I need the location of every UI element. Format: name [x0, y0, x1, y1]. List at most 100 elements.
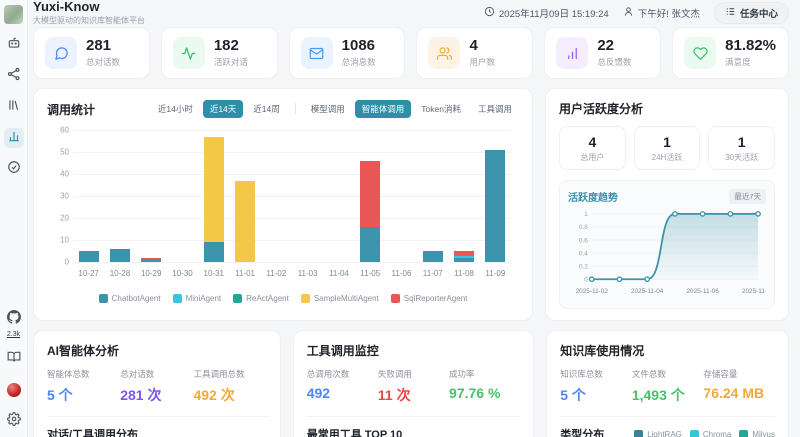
trend-point[interactable]: [699, 211, 706, 217]
stat-card[interactable]: 4 用户数: [416, 27, 534, 80]
settings-button[interactable]: [4, 411, 24, 431]
trend-area: [591, 214, 759, 280]
mini-stat-成功率: 成功率 97.76 %: [449, 368, 520, 405]
community-logo-icon: [6, 383, 21, 397]
legend-label: Chroma: [702, 429, 732, 437]
mini-stat-存储容量: 存储容量 76.24 MB: [703, 368, 775, 405]
user-activity-stats: 4 总用户 1 24H活跃 1 30天活跃: [559, 126, 776, 171]
mini-stat-文件总数: 文件总数 1,493 个: [632, 368, 704, 405]
y-axis-label: 0: [64, 257, 69, 267]
bar-segment-ChatbotAgent: [78, 251, 99, 263]
community-link[interactable]: [4, 380, 24, 400]
legend-item-ReActAgent[interactable]: ReActAgent: [233, 294, 289, 304]
bar-stack[interactable]: [141, 257, 162, 263]
sub-section-title: 类型分布: [560, 429, 605, 437]
bar-stack[interactable]: [360, 160, 381, 263]
sidebar-item-graph[interactable]: [4, 66, 24, 86]
legend-item-MiniAgent[interactable]: MiniAgent: [172, 294, 221, 304]
bar-stack[interactable]: [203, 136, 224, 263]
bar-stack[interactable]: [78, 251, 99, 263]
mini-stat-value: 492: [306, 385, 331, 402]
divider: [306, 416, 521, 418]
svg-text:0.4: 0.4: [579, 251, 588, 258]
trend-point[interactable]: [588, 276, 595, 283]
bar-stack[interactable]: [235, 180, 256, 263]
trend-point[interactable]: [755, 211, 761, 217]
legend-item-SqlReporterAgent[interactable]: SqlReporterAgent: [390, 294, 467, 304]
svg-text:2025-11-02: 2025-11-02: [576, 288, 609, 295]
stat-label: 总对话数: [86, 57, 121, 68]
app-subtitle: 大模型驱动的知识库智能体平台: [33, 15, 145, 25]
legend-item-Milvus[interactable]: Milvus: [739, 429, 775, 437]
stat-card[interactable]: 81.82% 满意度: [672, 27, 789, 80]
trend-point[interactable]: [644, 276, 651, 283]
bar-stack[interactable]: [422, 251, 443, 263]
docs-link[interactable]: [4, 349, 24, 369]
main-content: Yuxi-Know 大模型驱动的知识库智能体平台 2025年11月09日 15:…: [28, 0, 800, 437]
datetime-text: 2025年11月09日 15:19:24: [499, 8, 609, 20]
datetime-display: 2025年11月09日 15:19:24: [484, 6, 609, 20]
github-link[interactable]: [4, 309, 24, 329]
book-icon: [7, 350, 21, 369]
y-axis-label: 40: [60, 169, 69, 179]
stat-card[interactable]: 281 总对话数: [33, 27, 150, 80]
sidebar-item-knowledge[interactable]: [4, 97, 24, 117]
stat-card[interactable]: 22 总反馈数: [544, 27, 662, 80]
time-filter-近14小时[interactable]: 近14小时: [151, 100, 200, 118]
time-filter-近14周[interactable]: 近14周: [246, 100, 286, 118]
bar-stack[interactable]: [109, 248, 130, 263]
call-stats-panel: 调用统计 近14小时 近14天 近14周 模型调用 智能体调用 Token消耗 工具调用 0…: [33, 88, 533, 322]
stat-card[interactable]: 1086 总消息数: [288, 27, 406, 80]
mini-stat-label: 智能体总数: [47, 369, 90, 380]
x-axis-label: 10-30: [172, 269, 193, 279]
app-logo[interactable]: [4, 5, 23, 24]
legend-item-SampleMultiAgent[interactable]: SampleMultiAgent: [300, 294, 379, 304]
mini-stat-知识库总数: 知识库总数 5 个: [560, 368, 632, 405]
type-filter-Token消耗[interactable]: Token消耗: [414, 100, 468, 118]
bar-column-11-04: 11-04: [323, 130, 354, 278]
agent-calls-bar-chart: 0 10 20 30 40 50 60 10-27 10-28 10-29 10-30 10-31 11…: [47, 126, 519, 284]
bar-stack[interactable]: [485, 149, 506, 263]
legend-swatch: [233, 294, 243, 304]
stat-label: 用户数: [469, 57, 495, 68]
github-star-count[interactable]: 2.3k: [7, 331, 20, 338]
legend-item-Chroma[interactable]: Chroma: [689, 429, 732, 437]
bar-segment-ChatbotAgent: [485, 149, 506, 263]
stat-label: 满意度: [725, 57, 751, 68]
trend-point[interactable]: [616, 276, 623, 283]
x-axis-label: 10-28: [109, 269, 131, 279]
trend-point[interactable]: [727, 211, 734, 217]
sidebar-item-dashboard[interactable]: [3, 128, 24, 148]
y-axis-label: 10: [60, 235, 69, 245]
stat-value: 281: [86, 36, 112, 54]
mini-stat-label: 成功率: [449, 369, 475, 380]
type-filter-模型调用[interactable]: 模型调用: [304, 100, 352, 118]
sidebar-item-schedule[interactable]: [4, 159, 24, 179]
bar-stack[interactable]: [454, 251, 475, 263]
time-filter-近14天[interactable]: 近14天: [202, 100, 244, 119]
mini-stat-总对话数: 总对话数 281 次: [120, 368, 193, 405]
sidebar-item-agents[interactable]: [4, 35, 24, 55]
trend-range-badge: 最近7天: [729, 189, 766, 205]
trend-point[interactable]: [672, 211, 678, 217]
y-axis-label: 60: [60, 125, 69, 135]
legend-item-LightRAG[interactable]: LightRAG: [634, 429, 682, 437]
y-axis-label: 50: [60, 147, 69, 157]
task-center-label: 任务中心: [739, 8, 778, 20]
stat-text: 182 活跃对话: [214, 37, 248, 69]
bar-column-11-05: 11-05: [355, 130, 386, 278]
task-center-button[interactable]: 任务中心: [713, 1, 789, 24]
legend-swatch: [390, 294, 400, 304]
legend-label: ReActAgent: [246, 294, 289, 304]
legend-item-ChatbotAgent[interactable]: ChatbotAgent: [98, 294, 161, 304]
bar-segment-ChatbotAgent: [360, 226, 381, 263]
type-filter-智能体调用[interactable]: 智能体调用: [354, 100, 412, 119]
user-icon: [623, 6, 634, 20]
type-filter-工具调用[interactable]: 工具调用: [471, 100, 519, 118]
kb-usage-panel: 知识库使用情况 知识库总数 5 个 文件总数 1,493 个 存储容量 76.24 MB 类型…: [546, 330, 789, 437]
bar-chart-icon: [556, 37, 589, 70]
stat-card[interactable]: 182 活跃对话: [160, 27, 278, 80]
bar-column-10-28: 10-28: [104, 130, 135, 278]
clock-check-icon: [7, 160, 21, 179]
user-greeting[interactable]: 下午好! 张文杰: [623, 6, 700, 20]
